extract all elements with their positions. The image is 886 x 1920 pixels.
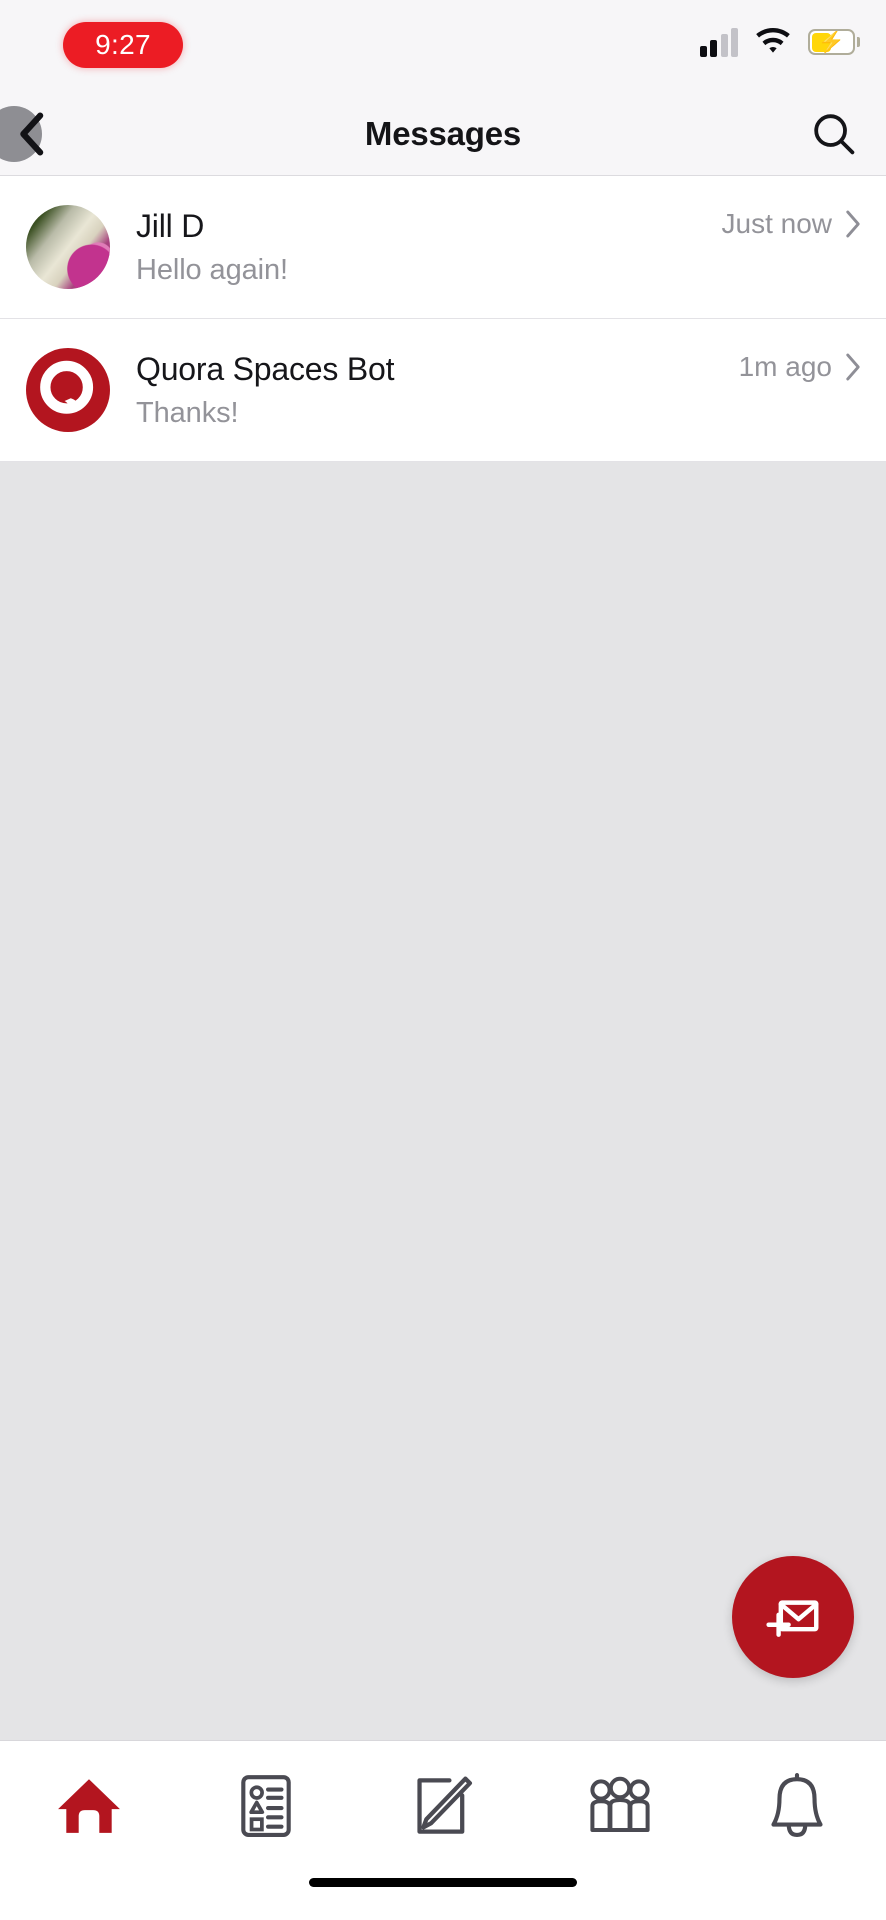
wifi-icon xyxy=(756,28,790,53)
chevron-right-icon xyxy=(846,353,860,381)
message-sender-name: Jill D xyxy=(136,207,205,244)
avatar xyxy=(26,205,110,289)
message-preview-text: Hello again! xyxy=(136,253,288,286)
message-meta: Just now xyxy=(722,208,863,240)
tab-answers[interactable] xyxy=(177,1741,354,1870)
avatar xyxy=(26,348,110,432)
cellular-signal-icon xyxy=(699,27,738,57)
tab-home[interactable] xyxy=(0,1741,177,1870)
message-row-jill-d[interactable]: Jill D Hello again! Just now xyxy=(0,176,886,319)
new-message-fab-button[interactable] xyxy=(732,1556,854,1678)
bottom-tab-bar xyxy=(0,1740,886,1870)
app-screen: 9:27 ⚡ Messages Jill D Hello again! Just… xyxy=(0,0,886,1920)
compose-write-icon xyxy=(417,1776,473,1834)
message-meta: 1m ago xyxy=(739,351,862,383)
home-indicator[interactable] xyxy=(309,1878,577,1887)
home-indicator-area xyxy=(0,1870,886,1920)
status-time-pill: 9:27 xyxy=(63,22,183,68)
back-chevron-icon xyxy=(20,112,44,155)
answers-list-icon xyxy=(241,1774,291,1837)
avatar-photo-image xyxy=(26,205,110,289)
status-time: 9:27 xyxy=(95,29,151,60)
message-sender-name: Quora Spaces Bot xyxy=(136,350,395,387)
tab-notifications[interactable] xyxy=(709,1741,886,1870)
search-button[interactable] xyxy=(804,104,864,164)
page-title: Messages xyxy=(364,114,522,152)
notifications-bell-icon xyxy=(771,1772,823,1837)
home-icon xyxy=(57,1778,120,1833)
empty-content-area xyxy=(0,462,886,1740)
message-timestamp: 1m ago xyxy=(738,351,832,382)
search-icon xyxy=(814,113,855,154)
status-bar: 9:27 ⚡ xyxy=(0,0,886,92)
message-preview-text: Thanks! xyxy=(136,396,239,429)
message-text-block: Jill D Hello again! xyxy=(136,208,722,287)
new-message-envelope-plus-icon xyxy=(766,1600,819,1637)
tab-spaces[interactable] xyxy=(532,1741,709,1870)
message-list: Jill D Hello again! Just now Quora Space… xyxy=(0,176,886,462)
chevron-right-icon xyxy=(846,210,860,238)
message-text-block: Quora Spaces Bot Thanks! xyxy=(136,351,739,430)
status-indicators: ⚡ xyxy=(699,27,860,57)
message-row-quora-spaces-bot[interactable]: Quora Spaces Bot Thanks! 1m ago xyxy=(0,319,886,462)
battery-charging-low-power-icon: ⚡ xyxy=(808,29,860,55)
spaces-people-icon xyxy=(590,1776,650,1832)
message-timestamp: Just now xyxy=(721,208,833,239)
navigation-header: Messages xyxy=(0,92,886,176)
quora-logo-icon xyxy=(26,348,110,432)
back-button[interactable] xyxy=(0,99,70,169)
tab-compose[interactable] xyxy=(354,1741,531,1870)
